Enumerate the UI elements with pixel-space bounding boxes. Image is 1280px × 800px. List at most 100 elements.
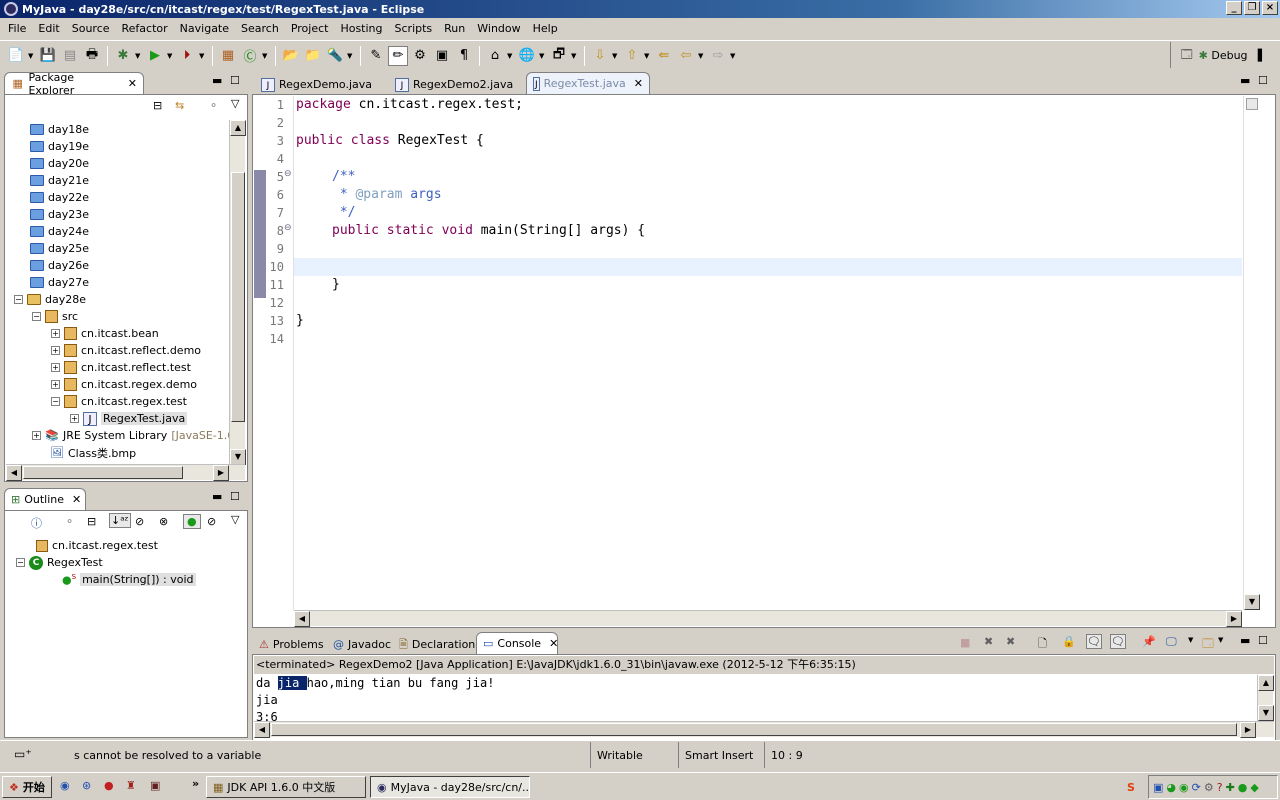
hide-non-public-icon[interactable]: ● [183,514,201,529]
tree-item-day24e[interactable]: day24e [30,223,89,240]
fold-toggle-icon[interactable]: ⊖ [284,223,292,233]
remove-launch-icon[interactable]: ✖ [984,635,993,648]
help-icon[interactable]: ⓘ [31,515,42,531]
scroll-lock-icon[interactable]: 🔒 [1062,635,1076,648]
tray-help-icon[interactable]: ? [1217,781,1223,794]
back-icon[interactable]: ⇦ [676,46,696,66]
scroll-right-button[interactable]: ▶ [1226,611,1242,627]
outline-item-package[interactable]: cn.itcast.regex.test [36,537,158,554]
menu-run[interactable]: Run [438,22,471,35]
quick-launch-ie-icon[interactable]: ◉ [60,779,70,792]
scroll-left-button[interactable]: ◀ [294,611,310,627]
new-java-project-icon[interactable]: ▦ [218,46,238,66]
tab-regexdemo-java[interactable]: J RegexDemo.java [254,73,386,95]
hide-fields-icon[interactable]: ⊘ [135,515,144,528]
console-vscroll[interactable]: ▲ ▼ [1257,675,1274,721]
scroll-thumb[interactable] [231,172,245,422]
close-button[interactable]: × [1262,1,1278,15]
tray-app-icon[interactable]: ◆ [1250,781,1258,794]
menu-project[interactable]: Project [285,22,335,35]
toggle-mark-occurrences-icon[interactable]: ✎ [366,46,386,66]
tray-app-icon[interactable]: ✚ [1226,781,1235,794]
web-browser-icon[interactable]: ⌂ [485,46,505,66]
minimize-view-icon[interactable]: ▬ [1240,634,1250,647]
fold-toggle-icon[interactable]: ⊖ [284,169,292,179]
menu-refactor[interactable]: Refactor [116,22,174,35]
last-edit-location-icon[interactable]: ⇚ [654,46,674,66]
tray-app-icon[interactable]: ⚙ [1204,781,1214,794]
tree-item-jre-system-library[interactable]: + 📚 JRE System Library [JavaSE-1.6] [32,427,239,444]
maximize-view-icon[interactable]: ☐ [1258,634,1268,647]
expand-toggle-icon[interactable]: + [51,380,60,389]
block-selection-icon[interactable]: ▣ [432,46,452,66]
menu-source[interactable]: Source [66,22,116,35]
tab-console[interactable]: ▭ Console ✕ [476,632,558,654]
tab-declaration[interactable]: 🗎 Declaration [392,633,476,655]
hide-static-icon[interactable]: ⊗ [159,515,168,528]
collapse-toggle-icon[interactable]: − [32,312,41,321]
close-icon[interactable]: ✕ [549,637,558,650]
quick-launch-explorer-icon[interactable]: ⊛ [82,779,91,792]
forward-icon[interactable]: ⇨ [708,46,728,66]
tree-item-day22e[interactable]: day22e [30,189,89,206]
restore-button[interactable]: ❐ [1244,1,1260,15]
tree-item-src[interactable]: − src [32,308,78,325]
close-icon[interactable]: ✕ [128,77,137,90]
code-line-5[interactable]: /** [332,168,355,186]
menu-navigate[interactable]: Navigate [174,22,235,35]
view-menu-icon[interactable]: ▽ [231,97,239,110]
scroll-thumb[interactable] [23,466,183,479]
tree-item-day18e[interactable]: day18e [30,121,89,138]
debug-perspective-button[interactable]: ✱ Debug [1199,49,1248,62]
scroll-left-button[interactable]: ◀ [6,465,22,481]
chevron-down-icon[interactable]: ▼ [135,52,143,60]
package-explorer-vscroll[interactable]: ▲ ▼ [229,120,246,465]
chevron-down-icon[interactable]: ▼ [730,52,738,60]
scroll-up-button[interactable]: ▲ [1258,675,1274,691]
chevron-down-icon[interactable]: ▼ [698,52,706,60]
maximize-view-icon[interactable]: ☐ [230,74,240,87]
quick-launch-app-icon[interactable]: ♜ [126,779,136,792]
overview-ruler-icon[interactable] [1246,98,1258,110]
task-jdk-api[interactable]: ▦ JDK API 1.6.0 中文版 [206,776,366,798]
print-icon[interactable]: 🖶 [82,46,102,66]
tray-app-icon[interactable]: ◉ [1179,781,1189,794]
focus-icon[interactable]: ⚬ [209,99,218,112]
tree-item-cn-itcast-regex-test[interactable]: − cn.itcast.regex.test [51,393,187,410]
tree-item-day20e[interactable]: day20e [30,155,89,172]
chevron-down-icon[interactable]: ▼ [1218,636,1223,644]
search-icon[interactable]: 🔦 [325,46,345,66]
editor-hscroll[interactable]: ◀ ▶ [294,610,1242,627]
tab-package-explorer[interactable]: ▦ Package Explorer ✕ [4,71,144,97]
quick-launch-app-icon[interactable]: ● [104,779,114,792]
collapse-all-icon[interactable]: ⊟ [87,515,96,528]
tree-item-day27e[interactable]: day27e [30,274,89,291]
tray-app-icon[interactable]: ⟳ [1192,781,1201,794]
tree-item-cn-itcast-bean[interactable]: + cn.itcast.bean [51,325,159,342]
menu-window[interactable]: Window [471,22,526,35]
minimize-button[interactable]: _ [1226,1,1242,15]
open-type-icon[interactable]: 📂 [281,46,301,66]
minimize-view-icon[interactable]: ▬ [212,490,222,503]
tab-problems[interactable]: ⚠ Problems [252,633,324,655]
tree-item-day26e[interactable]: day26e [30,257,89,274]
collapse-toggle-icon[interactable]: − [14,295,23,304]
console-output-line-1[interactable]: da jia hao,ming tian bu fang jia! [256,675,494,692]
pin-console-icon[interactable]: 📌 [1142,635,1156,648]
collapse-toggle-icon[interactable]: − [51,397,60,406]
show-on-output-icon[interactable]: 🗨 [1086,634,1102,649]
tray-app-icon[interactable]: ● [1238,781,1248,794]
new-class-icon[interactable]: Ⓒ [240,46,260,66]
tree-item-day21e[interactable]: day21e [30,172,89,189]
quick-launch-more-icon[interactable]: » [192,777,199,790]
code-line-11[interactable]: } [332,276,340,294]
next-annotation-icon[interactable]: ⇩ [590,46,610,66]
scroll-right-button[interactable]: ▶ [213,465,229,481]
code-line-8[interactable]: public static void main(String[] args) { [332,222,645,240]
chevron-down-icon[interactable]: ▼ [507,52,515,60]
code-line-6[interactable]: * @param args [332,186,442,204]
menu-scripts[interactable]: Scripts [389,22,439,35]
collapse-toggle-icon[interactable]: − [16,558,25,567]
expand-toggle-icon[interactable]: + [51,329,60,338]
chevron-down-icon[interactable]: ▼ [1188,636,1193,644]
